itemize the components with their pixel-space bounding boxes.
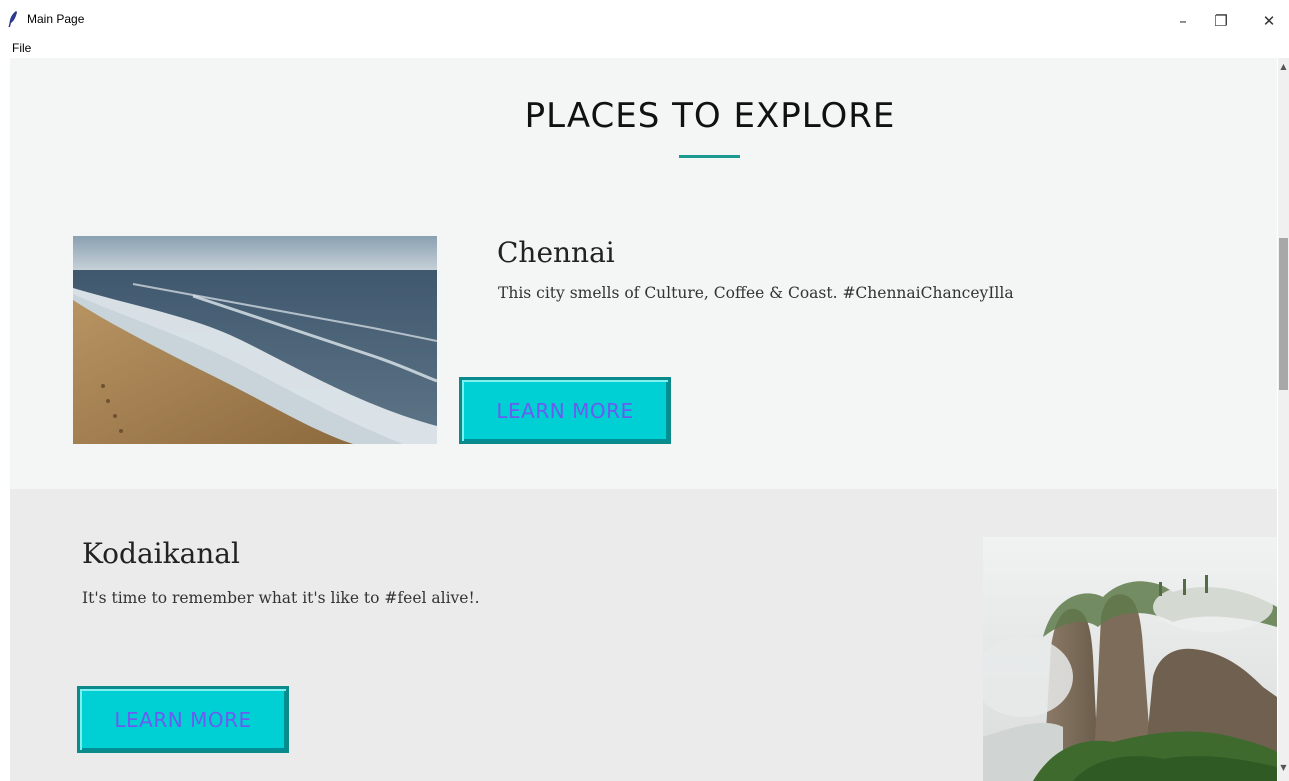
learn-more-button-chennai[interactable]: LEARN MORE — [459, 377, 671, 444]
close-button[interactable]: ✕ — [1256, 8, 1282, 34]
place-name-kodaikanal: Kodaikanal — [82, 537, 240, 570]
minimize-button[interactable]: – — [1170, 8, 1196, 34]
restore-button[interactable]: ❐ — [1208, 8, 1234, 34]
feather-icon — [8, 11, 17, 27]
learn-more-button-kodaikanal[interactable]: LEARN MORE — [77, 686, 289, 753]
menu-bar: File — [0, 40, 1289, 58]
menu-file[interactable]: File — [12, 41, 31, 55]
vertical-scrollbar[interactable]: ▲ ▼ — [1278, 58, 1289, 781]
heading-divider — [679, 155, 740, 158]
window-titlebar: Main Page – ❐ ✕ — [0, 0, 1289, 40]
window-title: Main Page — [27, 12, 85, 26]
place-section-chennai: PLACES TO EXPLORE Chennai This city smel… — [10, 58, 1277, 489]
place-description-chennai: This city smells of Culture, Coffee & Co… — [498, 284, 1014, 302]
place-description-kodaikanal: It's time to remember what it's like to … — [82, 589, 480, 607]
scroll-thumb[interactable] — [1279, 238, 1288, 390]
chennai-beach-image — [73, 236, 437, 444]
kodaikanal-mountain-image — [983, 537, 1277, 781]
scroll-up-icon[interactable]: ▲ — [1278, 62, 1289, 76]
scroll-down-icon[interactable]: ▼ — [1278, 763, 1289, 777]
page-title: PLACES TO EXPLORE — [524, 96, 896, 136]
place-name-chennai: Chennai — [497, 236, 615, 269]
content-viewport: PLACES TO EXPLORE Chennai This city smel… — [10, 58, 1277, 781]
place-section-kodaikanal: Kodaikanal It's time to remember what it… — [10, 489, 1277, 781]
